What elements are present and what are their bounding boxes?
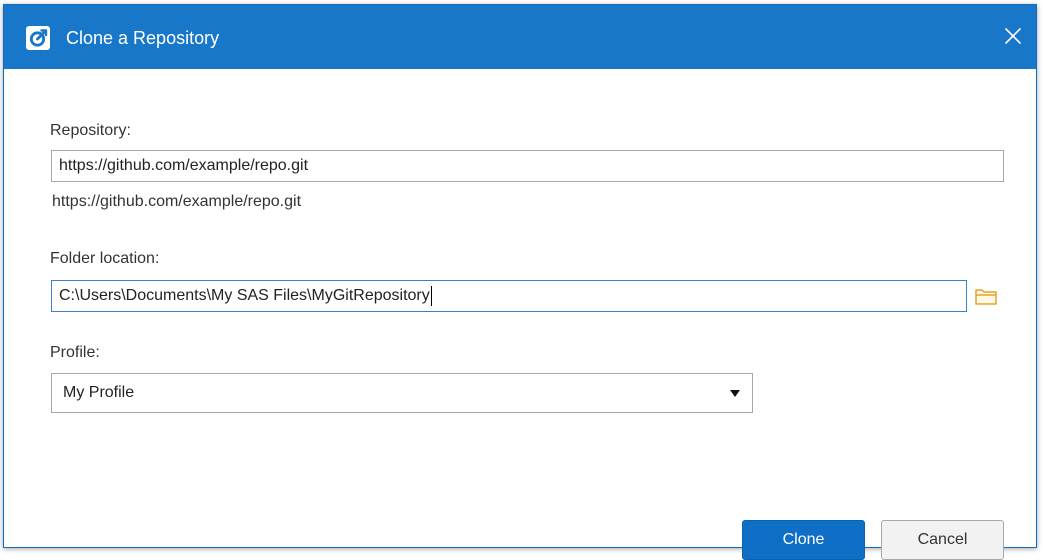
clone-repository-dialog: Clone a Repository Repository: https://g… [3,4,1037,560]
profile-select[interactable]: My Profile [51,373,753,413]
repository-resolved-url: https://github.com/example/repo.git [52,193,302,210]
folder-location-label: Folder location: [50,250,160,267]
clone-button[interactable]: Clone [742,520,865,560]
repository-label: Repository: [50,122,131,139]
folder-icon[interactable] [970,280,1002,312]
folder-location-input[interactable]: C:\Users\Documents\My SAS Files\MyGitRep… [51,280,967,312]
text-caret [430,285,432,306]
dialog-title: Clone a Repository [66,28,220,48]
cancel-button[interactable]: Cancel [881,520,1004,560]
sas-studio-logo-icon [26,26,50,50]
profile-selected-value: My Profile [63,384,135,401]
profile-label: Profile: [50,344,100,361]
dropdown-arrow-icon [730,390,740,397]
dialog-titlebar: Clone a Repository [4,5,1036,69]
close-icon[interactable] [998,21,1028,51]
folder-location-value: C:\Users\Documents\My SAS Files\MyGitRep… [59,287,430,304]
repository-url-input[interactable]: https://github.com/example/repo.git [51,150,1004,182]
